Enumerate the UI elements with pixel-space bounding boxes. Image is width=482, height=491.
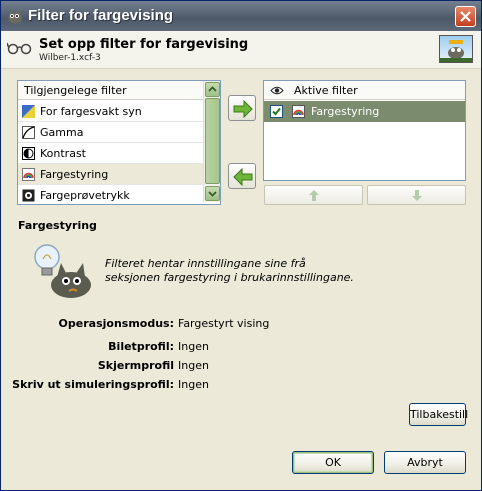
move-up-button[interactable]	[264, 185, 363, 205]
filter-enabled-checkbox[interactable]	[270, 105, 283, 118]
checkmark-icon	[272, 107, 281, 116]
active-filters-list: Aktive filter Fargestyring	[263, 80, 466, 181]
chevron-up-icon	[208, 86, 217, 92]
titlebar[interactable]: Filter for fargevising	[1, 1, 481, 31]
move-down-button[interactable]	[367, 185, 466, 205]
wilber-lightbulb-icon	[34, 244, 91, 298]
prop-value-print-profile: Ingen	[178, 378, 209, 391]
description-line: seksjonen fargestyring i brukarinnstilli…	[105, 271, 354, 284]
gimp-app-icon	[8, 9, 22, 24]
color-management-icon	[292, 105, 305, 118]
active-filter-row[interactable]: Fargestyring	[264, 101, 465, 122]
arrow-up-icon	[308, 190, 319, 201]
list-item-contrast[interactable]: Kontrast	[18, 143, 204, 164]
dialog-header: Set opp filter for fargevising Wilber-1.…	[1, 31, 481, 69]
color-management-icon	[22, 168, 35, 181]
arrow-right-icon	[233, 100, 253, 118]
filter-description: Filteret hentar innstillingane sine frå …	[105, 257, 354, 285]
scroll-down-button[interactable]	[205, 186, 220, 201]
close-icon	[460, 11, 471, 22]
list-item-gamma[interactable]: Gamma	[18, 122, 204, 143]
ok-button[interactable]: OK	[292, 451, 374, 474]
active-column-label: Aktive filter	[294, 84, 358, 97]
filter-details-title: Fargestyring	[18, 219, 97, 232]
active-column-header[interactable]: Aktive filter	[264, 81, 465, 100]
prop-label-print-profile: Skriv ut simuleringsprofil:	[12, 378, 174, 391]
image-thumbnail	[439, 35, 473, 63]
prop-label-image-profile: Biletprofil:	[108, 340, 174, 353]
window-title: Filter for fargevising	[28, 7, 174, 24]
chevron-down-icon	[208, 191, 217, 197]
list-item-label: Kontrast	[40, 147, 86, 160]
remove-filter-button[interactable]	[228, 163, 256, 189]
color-deficient-icon	[22, 105, 35, 118]
header-title: Set opp filter for fargevising	[39, 37, 249, 52]
available-column-header[interactable]: Tilgjengelege filter	[18, 81, 203, 100]
scroll-thumb[interactable]	[205, 98, 220, 184]
list-item-proof[interactable]: Fargeprøvetrykk	[18, 185, 204, 206]
gamma-icon	[22, 126, 35, 139]
list-item-label: Gamma	[40, 126, 84, 139]
close-button[interactable]	[455, 6, 476, 27]
available-filters-list: Tilgjengelege filter For fargesvakt syn …	[17, 80, 221, 205]
prop-value-mode: Fargestyrt vising	[178, 317, 270, 330]
list-item-label: Fargestyring	[40, 168, 109, 181]
list-item-color-management[interactable]: Fargestyring	[18, 164, 204, 185]
scroll-up-button[interactable]	[205, 82, 220, 97]
arrow-left-icon	[233, 168, 253, 186]
prop-label-mode: Operasjonsmodus:	[58, 317, 174, 330]
glasses-icon	[7, 42, 32, 55]
cancel-button[interactable]: Avbryt	[384, 451, 466, 474]
add-filter-button[interactable]	[228, 95, 256, 121]
list-item-color-deficient[interactable]: For fargesvakt syn	[18, 101, 204, 122]
proof-icon	[22, 189, 35, 202]
prop-value-image-profile: Ingen	[178, 340, 209, 353]
arrow-down-icon	[411, 190, 422, 201]
header-subtitle: Wilber-1.xcf-3	[39, 53, 101, 63]
description-line: Filteret hentar innstillingane sine frå	[105, 257, 306, 270]
list-item-label: For fargesvakt syn	[40, 105, 142, 118]
reset-button[interactable]: Tilbakestill	[409, 403, 468, 426]
active-filter-label: Fargestyring	[311, 105, 380, 118]
contrast-icon	[22, 147, 35, 160]
vertical-scrollbar[interactable]	[203, 81, 220, 202]
dialog-window: Filter for fargevising Set opp filter fo…	[0, 0, 482, 491]
prop-value-monitor-profile: Ingen	[178, 359, 209, 372]
eye-icon	[270, 86, 284, 95]
list-item-label: Fargeprøvetrykk	[40, 189, 130, 202]
prop-label-monitor-profile: Skjermprofil	[97, 359, 174, 372]
